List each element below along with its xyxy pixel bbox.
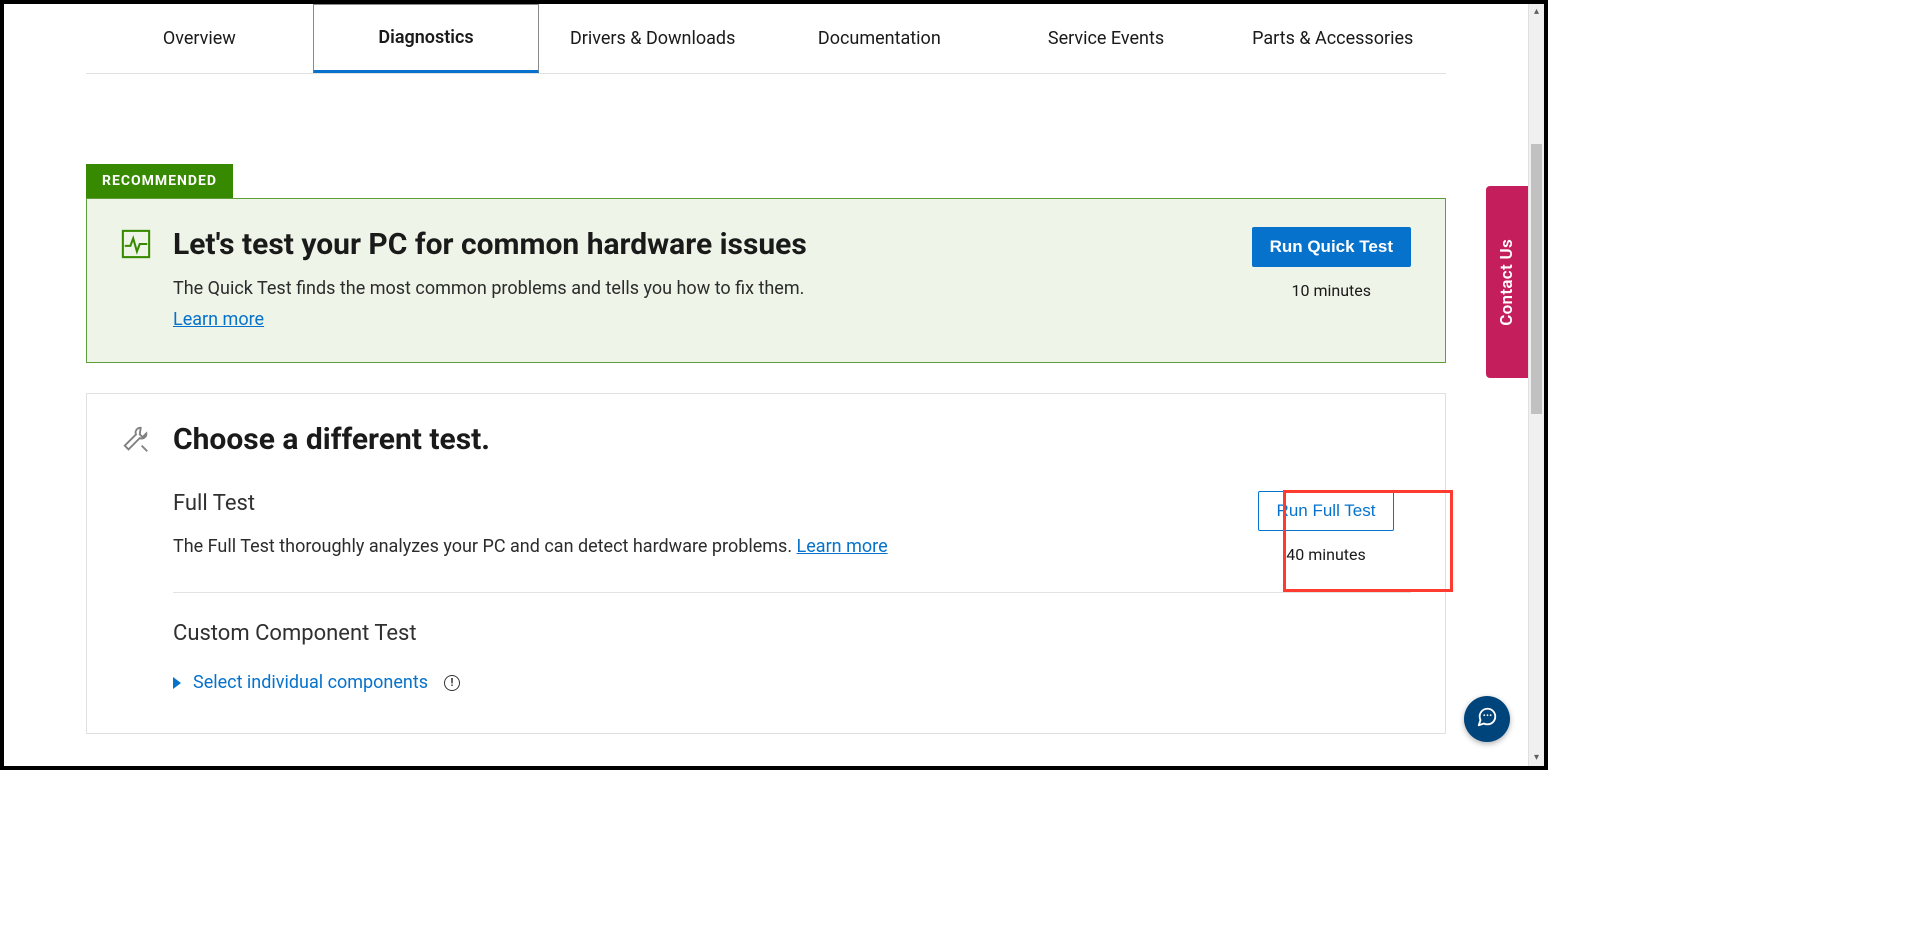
tab-service-events[interactable]: Service Events: [993, 4, 1220, 73]
select-components-label: Select individual components: [193, 672, 428, 693]
run-full-test-button[interactable]: Run Full Test: [1258, 491, 1395, 531]
diagnostics-content: RECOMMENDED Let's test your PC for commo…: [86, 74, 1446, 734]
scrollbar-thumb[interactable]: [1531, 144, 1542, 414]
scroll-down-arrow-icon[interactable]: ▾: [1529, 750, 1544, 766]
quick-test-learn-more-link[interactable]: Learn more: [173, 309, 264, 330]
full-test-learn-more-link[interactable]: Learn more: [797, 536, 888, 557]
scroll-up-arrow-icon[interactable]: ▴: [1529, 4, 1544, 20]
quick-test-body: Let's test your PC for common hardware i…: [173, 227, 1230, 330]
full-test-section: Full Test The Full Test thoroughly analy…: [121, 491, 1411, 592]
contact-us-tab[interactable]: Contact Us: [1486, 186, 1528, 378]
custom-test-title: Custom Component Test: [173, 621, 1411, 646]
full-test-description-text: The Full Test thoroughly analyzes your P…: [173, 536, 797, 557]
heartbeat-icon: [121, 229, 151, 259]
vertical-scrollbar[interactable]: ▴ ▾: [1528, 4, 1544, 766]
scroll-area: Overview Diagnostics Drivers & Downloads…: [4, 4, 1528, 766]
tools-icon: [121, 425, 151, 455]
tab-overview[interactable]: Overview: [86, 4, 313, 73]
window-frame: Overview Diagnostics Drivers & Downloads…: [0, 0, 1548, 770]
quick-test-card: Let's test your PC for common hardware i…: [86, 198, 1446, 363]
full-test-description: The Full Test thoroughly analyzes your P…: [173, 536, 1241, 557]
select-components-expander[interactable]: Select individual components !: [121, 672, 1411, 693]
info-icon[interactable]: !: [444, 675, 460, 691]
chat-fab-button[interactable]: [1464, 696, 1510, 742]
choose-different-test-card: Choose a different test. Full Test The F…: [86, 393, 1446, 734]
quick-test-actions: Run Quick Test 10 minutes: [1252, 227, 1411, 300]
quick-test-description: The Quick Test finds the most common pro…: [173, 278, 1230, 299]
run-quick-test-button[interactable]: Run Quick Test: [1252, 227, 1411, 267]
full-test-duration: 40 minutes: [1241, 545, 1411, 564]
section-divider: [173, 592, 1411, 593]
chat-icon: [1476, 706, 1498, 732]
tab-parts-accessories[interactable]: Parts & Accessories: [1219, 4, 1446, 73]
tab-diagnostics[interactable]: Diagnostics: [313, 4, 540, 73]
contact-us-label: Contact Us: [1497, 239, 1517, 326]
full-test-title: Full Test: [173, 491, 1241, 516]
quick-test-duration: 10 minutes: [1252, 281, 1411, 300]
tab-documentation[interactable]: Documentation: [766, 4, 993, 73]
page-content: Overview Diagnostics Drivers & Downloads…: [86, 4, 1446, 766]
tab-bar: Overview Diagnostics Drivers & Downloads…: [86, 4, 1446, 74]
chevron-right-icon: [173, 677, 181, 689]
recommended-badge: RECOMMENDED: [86, 164, 233, 198]
quick-test-title: Let's test your PC for common hardware i…: [173, 227, 1230, 262]
tab-drivers-downloads[interactable]: Drivers & Downloads: [539, 4, 766, 73]
custom-test-section: Custom Component Test: [121, 621, 1411, 666]
choose-different-test-title: Choose a different test.: [173, 422, 490, 457]
